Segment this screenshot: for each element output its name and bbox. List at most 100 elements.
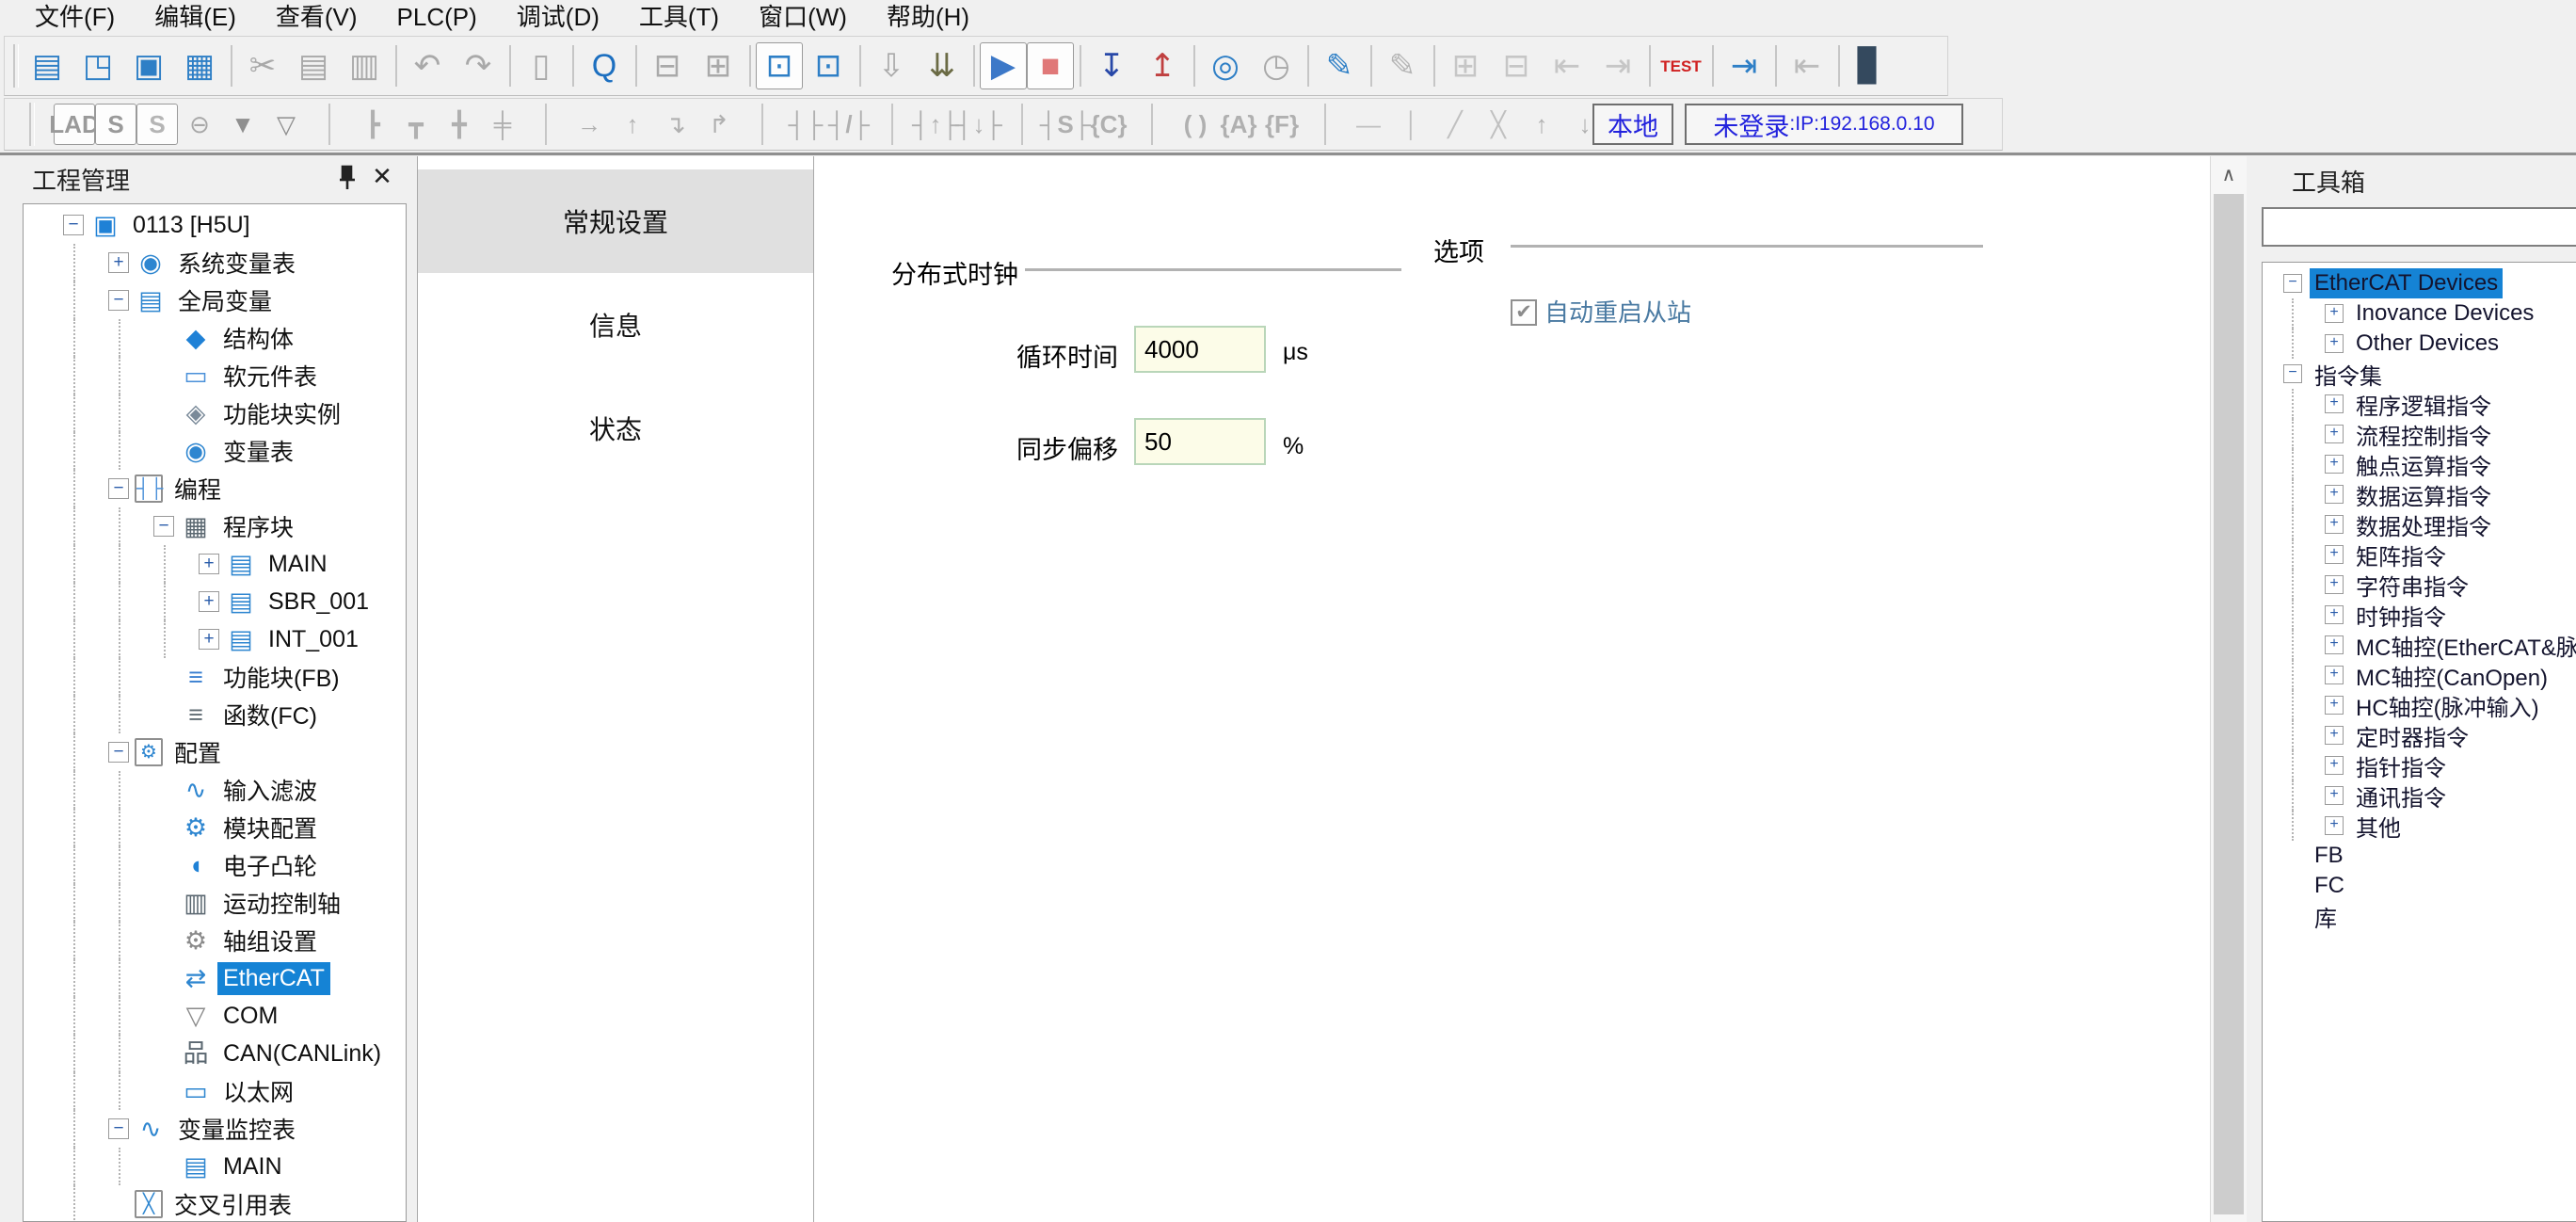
- toolbox-item-mc-axis-ethercat[interactable]: + MC轴控(EtherCAT&脉冲输出): [2263, 630, 2576, 660]
- expander-icon[interactable]: +: [2325, 455, 2344, 474]
- monitor-icon[interactable]: ◎: [1200, 40, 1251, 91]
- test-icon[interactable]: TEST: [1656, 40, 1706, 91]
- cut-icon[interactable]: ✂: [237, 40, 288, 91]
- login-icon[interactable]: ⇥: [1719, 40, 1769, 91]
- coil-a-icon[interactable]: {A}: [1217, 103, 1260, 146]
- tree-item-var-monitor-table[interactable]: − ∿ 变量监控表: [24, 1110, 406, 1148]
- transition-icon[interactable]: ⊖: [178, 103, 221, 146]
- toolbox-item-inovance-devices[interactable]: + Inovance Devices: [2263, 298, 2576, 329]
- save-icon[interactable]: ▣: [123, 40, 174, 91]
- undo-icon[interactable]: ↶: [402, 40, 453, 91]
- toolbox-search-input[interactable]: [2262, 207, 2576, 247]
- expander-icon[interactable]: −: [108, 1118, 129, 1139]
- menu-plc[interactable]: PLC(P): [377, 0, 497, 34]
- tree-item-main[interactable]: + ▤ MAIN: [24, 545, 406, 583]
- sync-offset-input[interactable]: [1134, 418, 1266, 465]
- toolbox-item-pointer[interactable]: + 指针指令: [2263, 750, 2576, 780]
- expander-icon[interactable]: −: [108, 742, 129, 763]
- expander-icon[interactable]: +: [2325, 425, 2344, 443]
- step-end-icon[interactable]: ▽: [264, 103, 308, 146]
- redo-icon[interactable]: ↷: [453, 40, 504, 91]
- expander-icon[interactable]: +: [199, 629, 219, 650]
- expander-icon[interactable]: −: [108, 478, 129, 499]
- branch-open-icon[interactable]: ┣: [351, 103, 394, 146]
- tree-item-com[interactable]: ▽ COM: [24, 997, 406, 1035]
- toolbox-item-timer[interactable]: + 定时器指令: [2263, 720, 2576, 750]
- toolbox-item-library[interactable]: 库: [2263, 901, 2576, 931]
- toolbox-item-flow-control[interactable]: + 流程控制指令: [2263, 419, 2576, 449]
- print-preview-icon[interactable]: ⊞: [693, 40, 744, 91]
- menu-view[interactable]: 查看(V): [256, 0, 377, 34]
- hline-icon[interactable]: —: [1347, 103, 1390, 146]
- shift-right-icon[interactable]: ⇥: [1592, 40, 1643, 91]
- tree-item-fb-instance[interactable]: ◈ 功能块实例: [24, 394, 406, 432]
- step-down-icon[interactable]: ▼: [221, 103, 264, 146]
- expander-icon[interactable]: +: [2325, 575, 2344, 594]
- toolbox-item-other-devices[interactable]: + Other Devices: [2263, 329, 2576, 359]
- tree-item-motion-axis[interactable]: ▥ 运动控制轴: [24, 884, 406, 922]
- auto-restart-checkbox[interactable]: ✔: [1511, 299, 1537, 326]
- tree-item-ethercat[interactable]: ⇄ EtherCAT: [24, 959, 406, 997]
- copy-icon[interactable]: ▤: [288, 40, 339, 91]
- toolbox-item-clock[interactable]: + 时钟指令: [2263, 600, 2576, 630]
- run-icon[interactable]: ▶: [980, 42, 1027, 89]
- editor-vertical-scrollbar[interactable]: ∧: [2210, 156, 2247, 1222]
- save-all-icon[interactable]: ▦: [174, 40, 225, 91]
- tree-item-programming[interactable]: − ┤├ 编程: [24, 470, 406, 507]
- delete-line-icon[interactable]: ╱: [1433, 103, 1477, 146]
- contact-nc-icon[interactable]: ┤/├: [827, 103, 871, 146]
- tree-item-cross-reference[interactable]: ╳ 交叉引用表: [24, 1185, 406, 1222]
- expander-icon[interactable]: −: [2283, 274, 2302, 293]
- expander-icon[interactable]: +: [2325, 756, 2344, 775]
- open-project-icon[interactable]: ◳: [72, 40, 123, 91]
- local-button[interactable]: 本地: [1592, 104, 1673, 145]
- expander-icon[interactable]: +: [2325, 485, 2344, 504]
- toolbox-item-communication[interactable]: + 通讯指令: [2263, 780, 2576, 811]
- insert-network-icon[interactable]: ⊞: [1440, 40, 1491, 91]
- expander-icon[interactable]: +: [2325, 515, 2344, 534]
- menu-window[interactable]: 窗口(W): [739, 0, 867, 34]
- branch-parallel-icon[interactable]: ┳: [394, 103, 438, 146]
- line-corner-down-icon[interactable]: ↴: [654, 103, 697, 146]
- online-edit-icon[interactable]: ✎: [1314, 40, 1365, 91]
- sfc-step-icon[interactable]: S: [95, 104, 136, 145]
- logout-icon[interactable]: ⇤: [1782, 40, 1832, 91]
- toolbox-item-program-logic[interactable]: + 程序逻辑指令: [2263, 389, 2576, 419]
- lad-mode-icon[interactable]: LAD: [54, 104, 95, 145]
- download-icon[interactable]: ↧: [1086, 40, 1137, 91]
- branch-grid-icon[interactable]: ╋: [438, 103, 481, 146]
- expander-icon[interactable]: +: [2325, 816, 2344, 835]
- expander-icon[interactable]: +: [2325, 786, 2344, 805]
- menu-edit[interactable]: 编辑(E): [135, 0, 256, 34]
- tree-item-sbr-001[interactable]: + ▤ SBR_001: [24, 583, 406, 620]
- coil-f-icon[interactable]: {F}: [1260, 103, 1304, 146]
- contact-set-icon[interactable]: ┤S├: [1044, 103, 1087, 146]
- tree-item-can[interactable]: 品 CAN(CANLink): [24, 1035, 406, 1072]
- expander-icon[interactable]: +: [2325, 394, 2344, 413]
- tree-item-device-table[interactable]: ▭ 软元件表: [24, 357, 406, 394]
- menu-debug[interactable]: 调试(D): [497, 0, 619, 34]
- trace-clock-icon[interactable]: ◷: [1251, 40, 1302, 91]
- print-icon[interactable]: ⊟: [642, 40, 693, 91]
- expander-icon[interactable]: +: [199, 554, 219, 574]
- tree-item-config[interactable]: − ⚙ 配置: [24, 733, 406, 771]
- scrollbar-thumb[interactable]: [2214, 194, 2244, 1214]
- expander-icon[interactable]: +: [2325, 726, 2344, 745]
- expander-icon[interactable]: +: [108, 252, 129, 273]
- export-window-icon[interactable]: ⊡: [803, 40, 854, 91]
- close-icon[interactable]: ✕: [369, 162, 395, 190]
- tree-item-global-variables[interactable]: − ▤ 全局变量: [24, 281, 406, 319]
- tree-item-program-blocks[interactable]: − ▦ 程序块: [24, 507, 406, 545]
- contact-no-icon[interactable]: ┤├: [784, 103, 827, 146]
- toolbox-item-instruction-set[interactable]: − 指令集: [2263, 359, 2576, 389]
- toolbox-item-matrix[interactable]: + 矩阵指令: [2263, 539, 2576, 570]
- cycle-time-input[interactable]: [1134, 326, 1266, 373]
- tree-item-e-cam[interactable]: ◖ 电子凸轮: [24, 846, 406, 884]
- delete-icon[interactable]: ▯: [516, 40, 567, 91]
- line-up-icon[interactable]: ↑: [611, 103, 654, 146]
- expander-icon[interactable]: +: [2325, 696, 2344, 715]
- login-status-button[interactable]: 未登录:IP:192.168.0.10: [1685, 104, 1963, 145]
- tree-item-system-variable-table[interactable]: + ◉ 系统变量表: [24, 244, 406, 281]
- coil-icon[interactable]: ( ): [1174, 103, 1217, 146]
- upload-icon[interactable]: ↥: [1137, 40, 1188, 91]
